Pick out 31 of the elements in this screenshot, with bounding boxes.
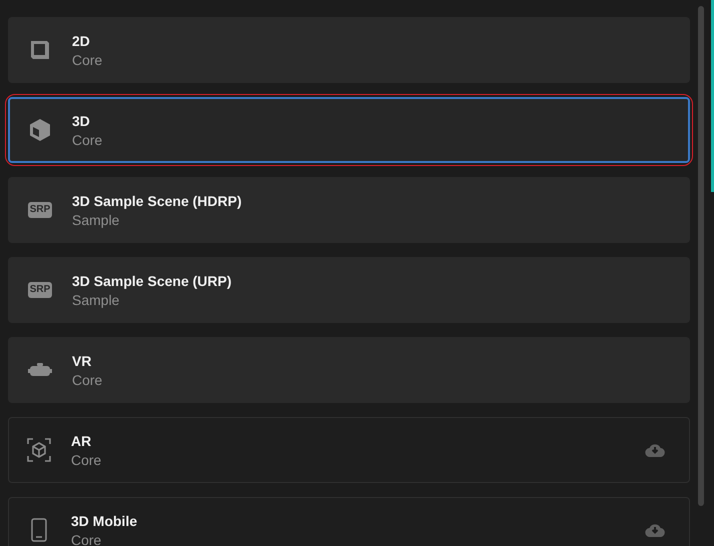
template-title: 3D Sample Scene (HDRP): [72, 192, 243, 208]
cloud-download-icon[interactable]: [645, 523, 665, 537]
template-card[interactable]: SRP 3D Sample Scene (URP) Sample: [8, 257, 690, 323]
template-category: Core: [72, 52, 104, 68]
template-card[interactable]: 3D Core: [8, 97, 690, 163]
cloud-download-icon[interactable]: [645, 443, 665, 457]
template-category: Core: [72, 132, 104, 148]
srp-icon: SRP: [28, 282, 52, 298]
template-card[interactable]: SRP 3D Sample Scene (HDRP) Sample: [8, 177, 690, 243]
template-title: 3D Sample Scene (URP): [72, 272, 232, 288]
vr-headset-icon: [28, 363, 52, 377]
template-category: Core: [71, 452, 102, 468]
phone-icon: [31, 518, 47, 542]
template-title: 3D: [72, 112, 91, 128]
ar-cube-icon: [27, 438, 51, 462]
template-card[interactable]: AR Core: [8, 417, 690, 483]
template-card[interactable]: 2D Core: [8, 17, 690, 83]
template-title: VR: [72, 352, 92, 368]
template-title: AR: [71, 432, 92, 448]
template-category: Core: [72, 372, 104, 388]
template-category: Sample: [72, 292, 120, 308]
template-category: Sample: [72, 212, 120, 228]
template-title: 3D Mobile: [71, 512, 138, 528]
srp-icon: SRP: [28, 202, 52, 218]
template-card[interactable]: VR Core: [8, 337, 690, 403]
template-card[interactable]: 3D Mobile Core: [8, 497, 690, 546]
square-icon: [28, 38, 52, 62]
template-title: 2D: [72, 32, 91, 48]
template-category: Core: [71, 532, 102, 546]
scrollbar-thumb[interactable]: [698, 6, 704, 506]
cube-icon: [29, 118, 51, 142]
